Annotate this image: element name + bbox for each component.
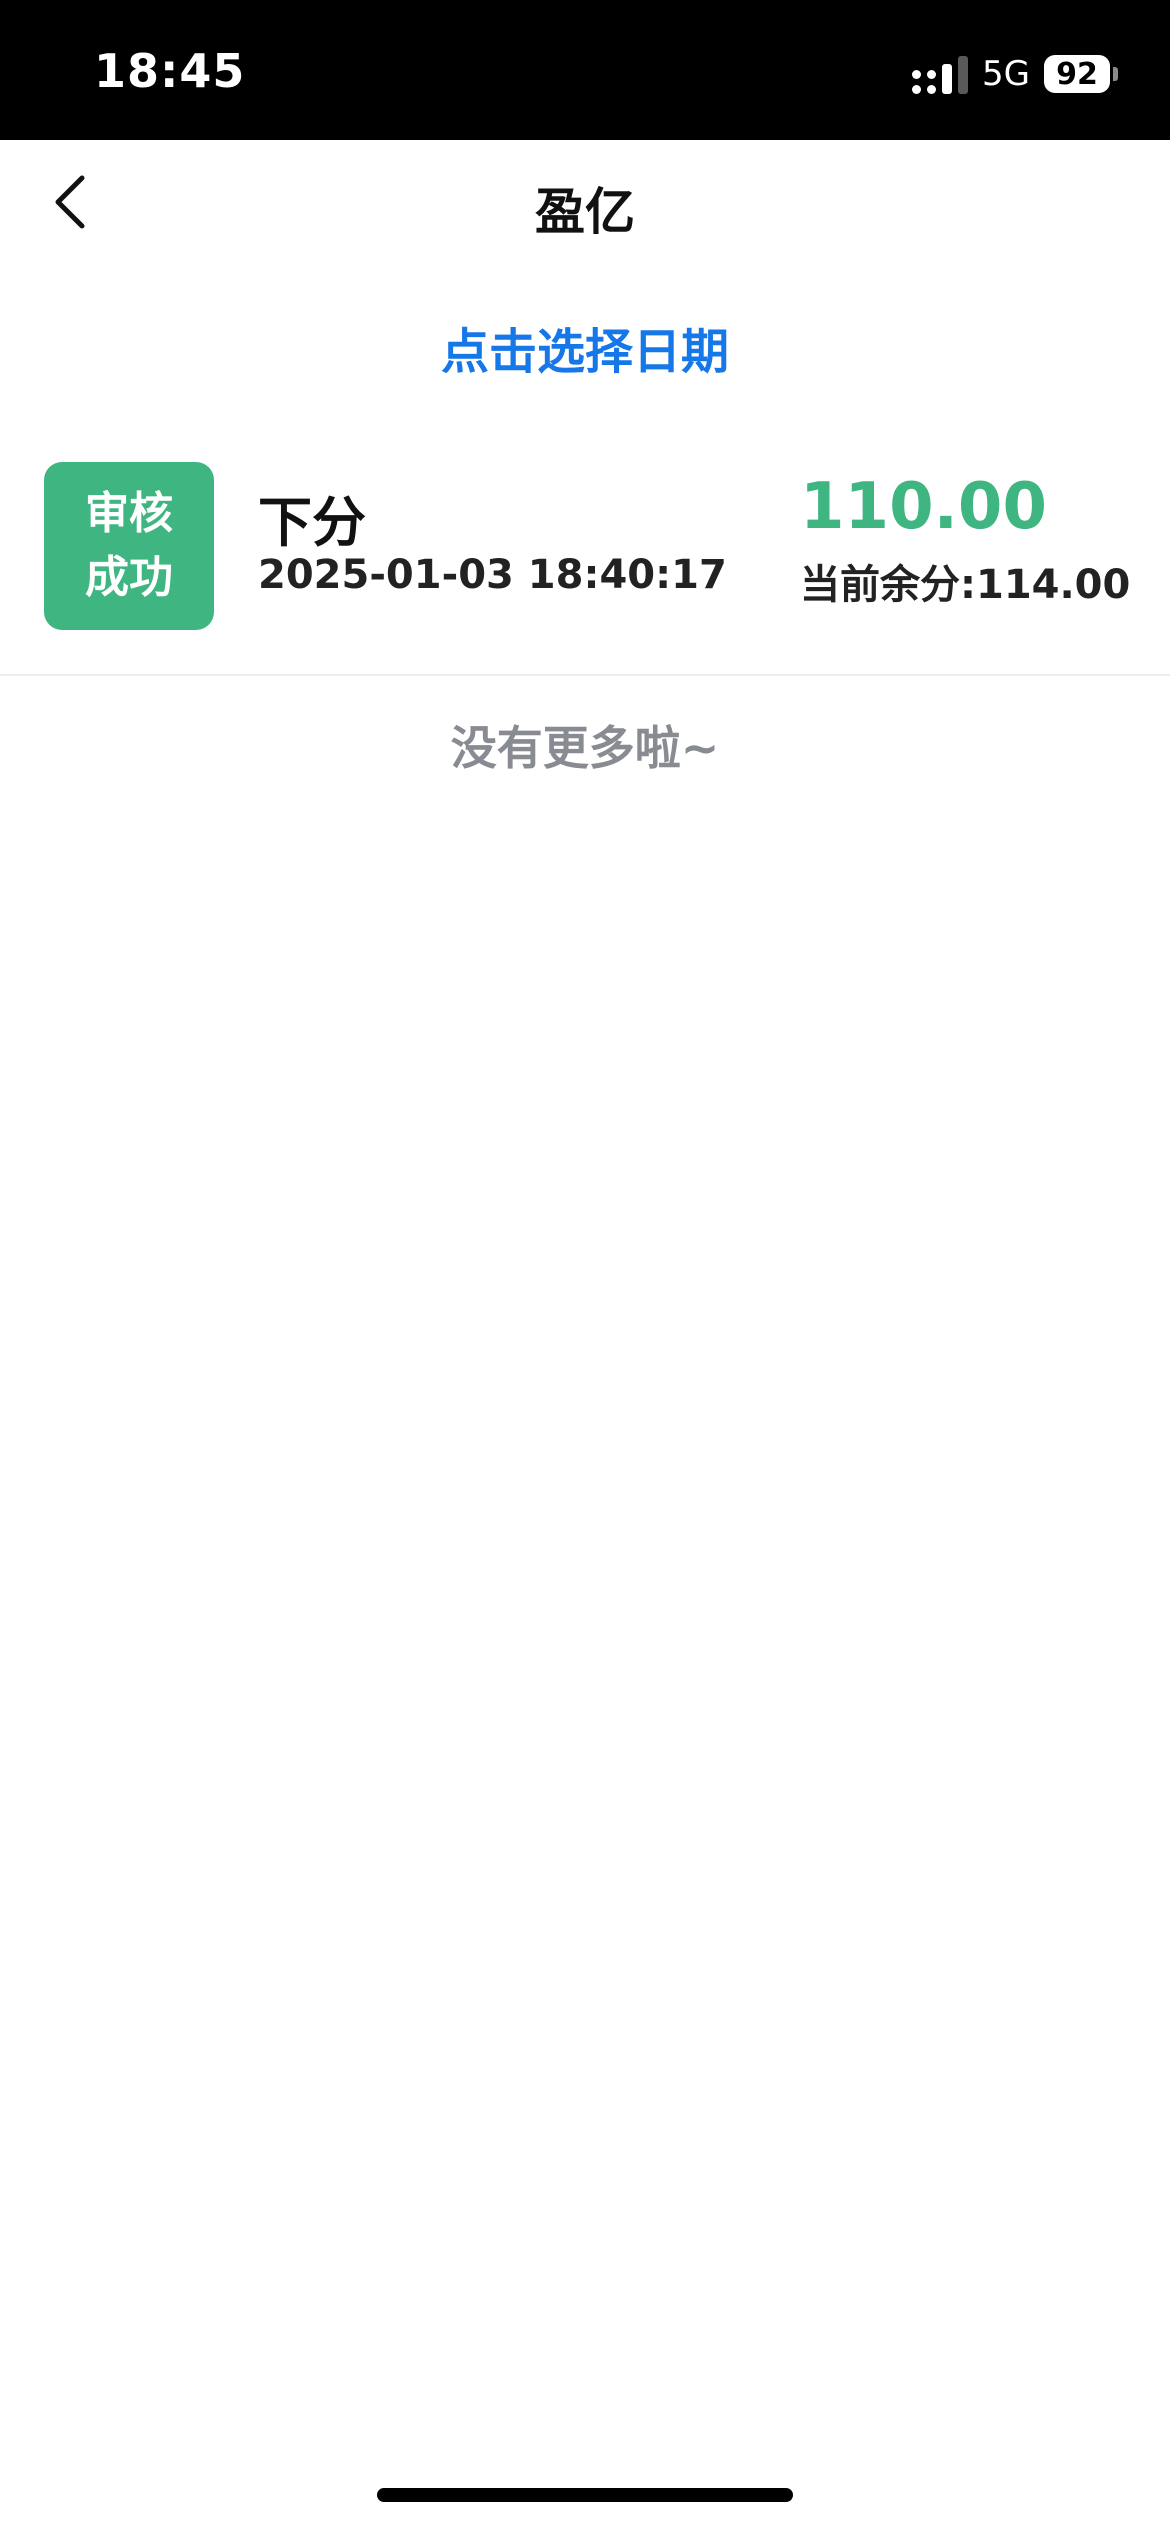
record-balance: 当前余分:114.00 <box>800 562 1131 608</box>
status-time: 18:45 <box>94 44 246 98</box>
status-badge-line1: 审核 <box>85 488 173 539</box>
date-picker-link[interactable]: 点击选择日期 <box>0 312 1170 382</box>
page-title: 盈亿 <box>535 183 635 241</box>
nav-bar: 盈亿 <box>0 140 1170 270</box>
status-bar: 18:45 5G 92 <box>0 0 1170 140</box>
status-indicators: 5G 92 <box>912 52 1118 96</box>
status-badge: 审核 成功 <box>44 462 214 630</box>
list-item[interactable]: 审核 成功 下分 2025-01-03 18:40:17 110.00 当前余分… <box>0 440 1170 676</box>
record-amount: 110.00 <box>800 470 1047 544</box>
record-datetime: 2025-01-03 18:40:17 <box>258 552 727 598</box>
battery-icon: 92 <box>1044 55 1118 93</box>
home-indicator[interactable] <box>377 2488 793 2502</box>
network-type: 5G <box>982 54 1030 94</box>
battery-level: 92 <box>1044 55 1110 93</box>
status-badge-line2: 成功 <box>85 552 173 603</box>
record-type: 下分 <box>258 491 366 554</box>
cellular-signal-icon <box>912 54 969 94</box>
no-more-text: 没有更多啦~ <box>450 721 720 775</box>
